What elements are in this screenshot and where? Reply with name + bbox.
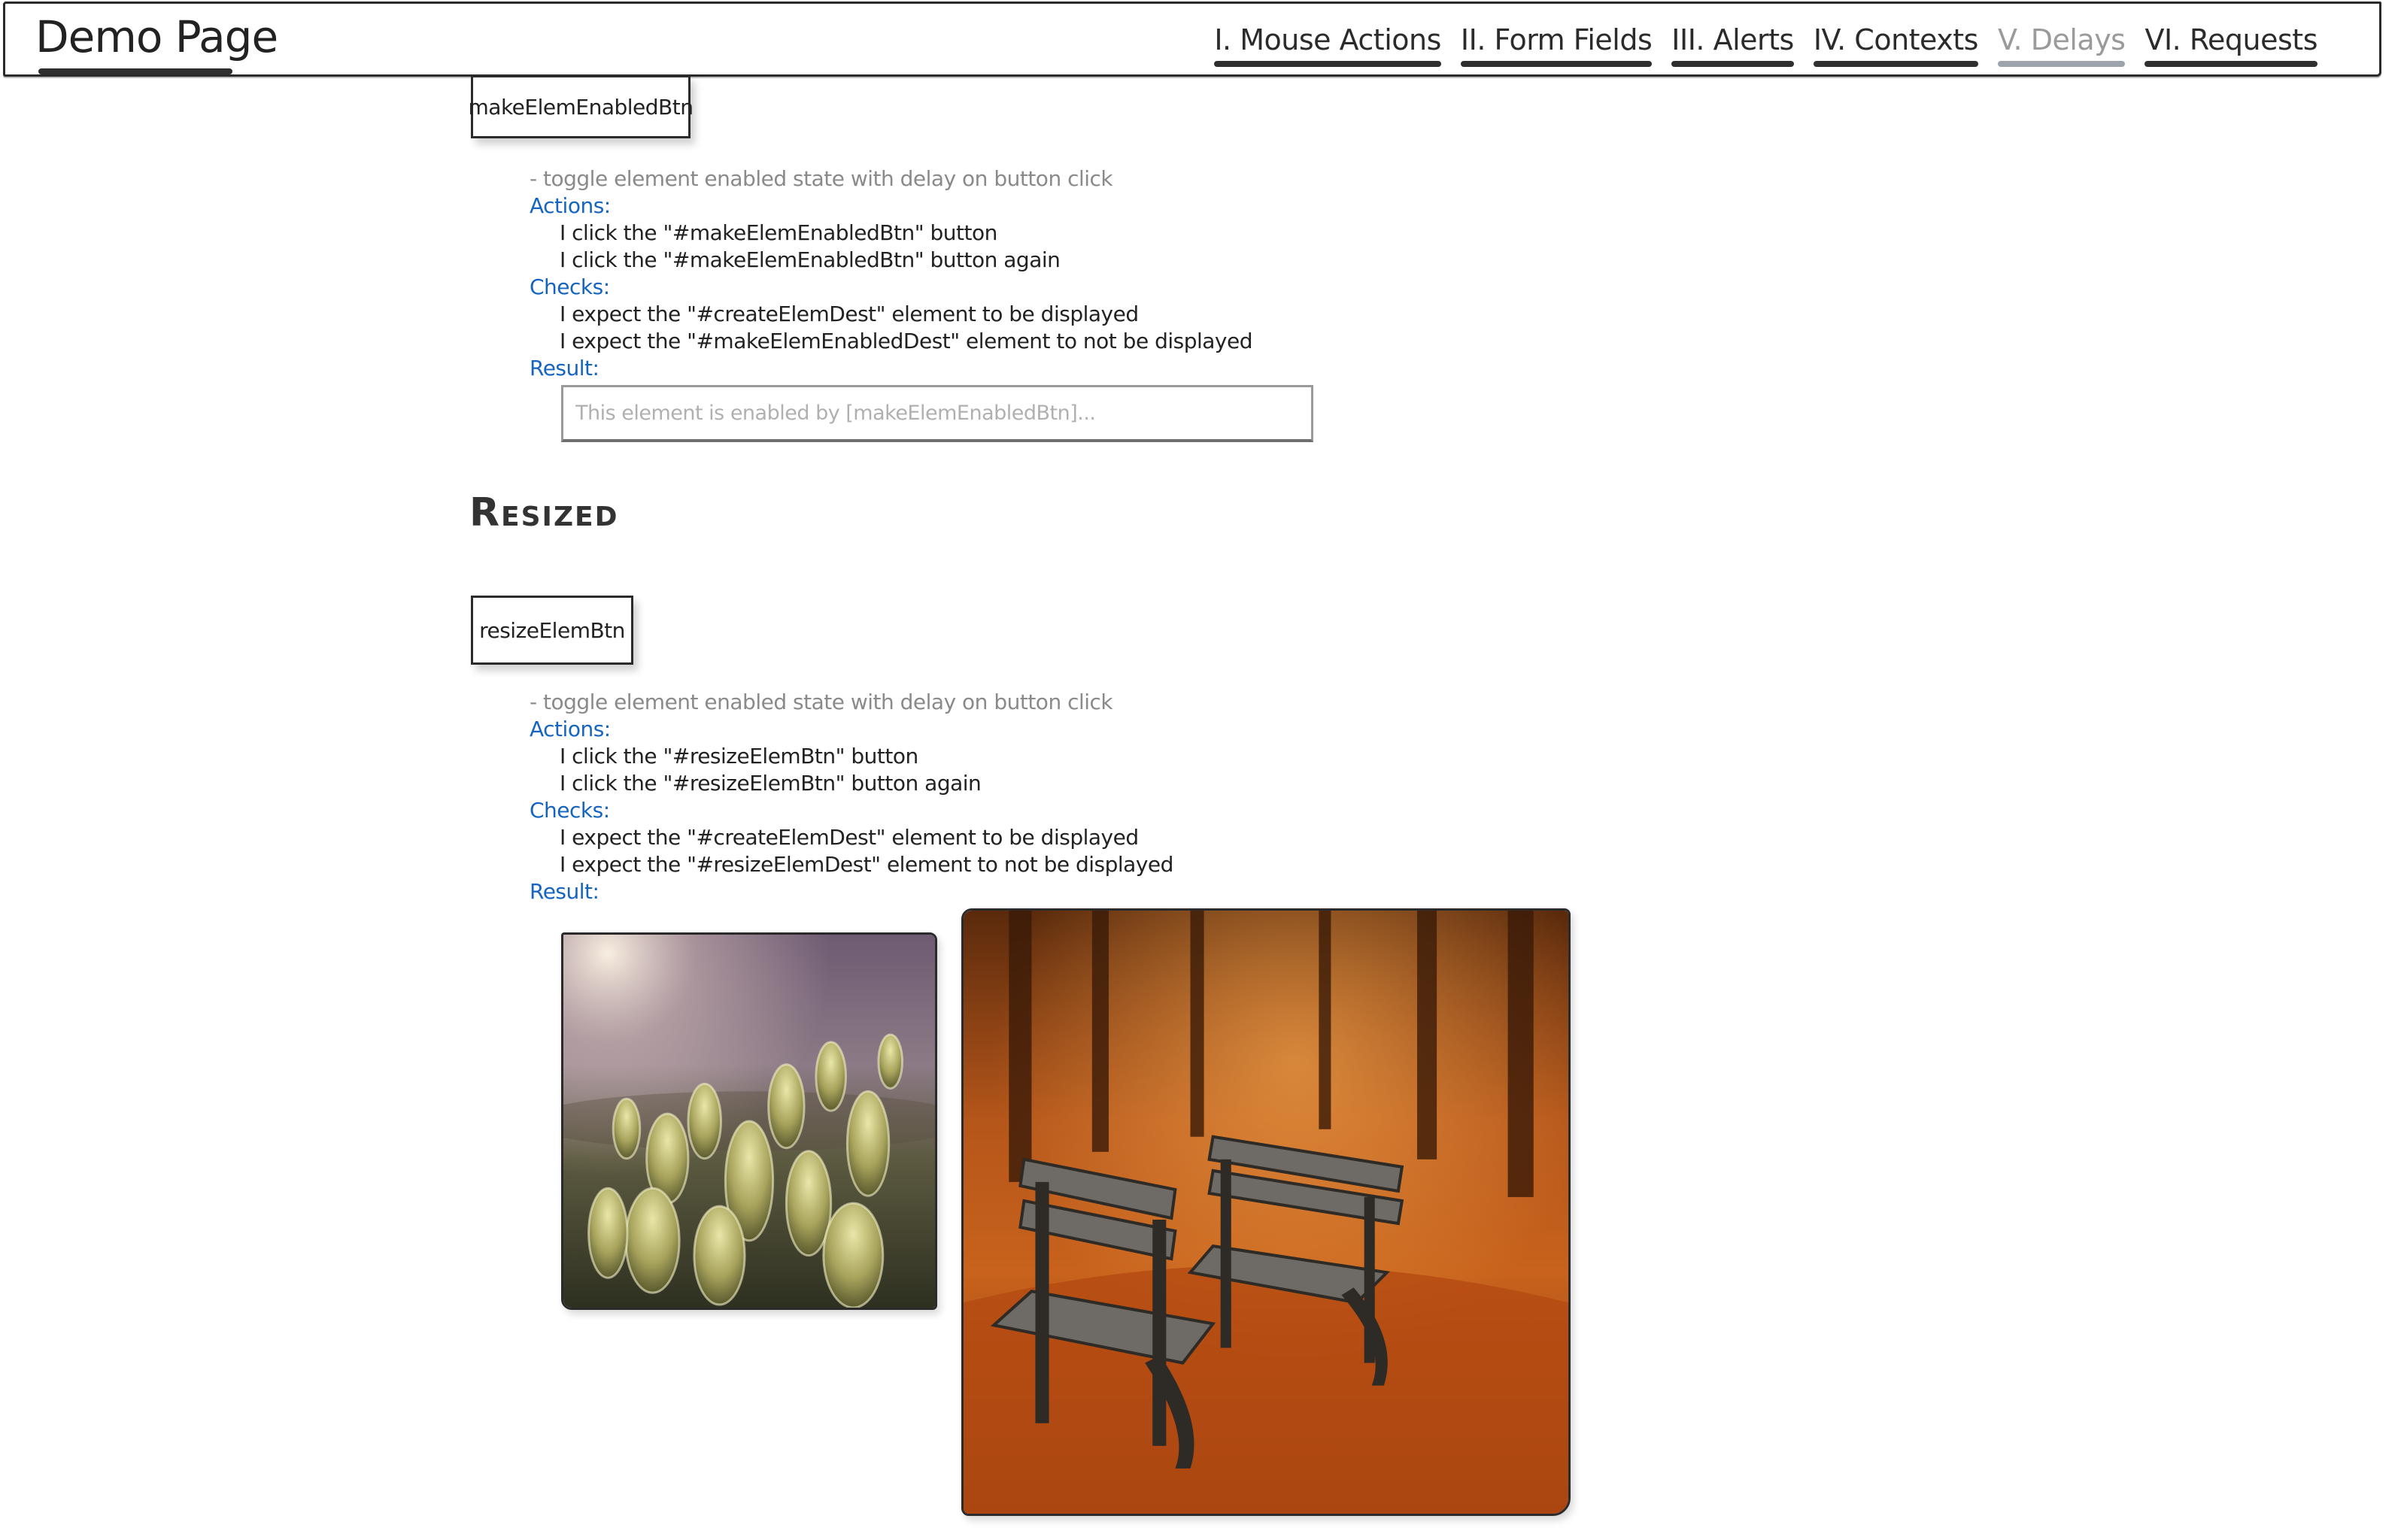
- enabled-description-block: - toggle element enabled state with dela…: [530, 165, 1253, 382]
- cactus-image: [561, 932, 937, 1310]
- nav-item-requests[interactable]: VI. Requests: [2144, 23, 2317, 67]
- enabled-action-step: I click the "#makeElemEnabledBtn" button: [560, 220, 997, 245]
- resized-checks-heading: Checks:: [530, 798, 610, 823]
- resized-action-step: I click the "#resizeElemBtn" button: [560, 744, 918, 768]
- enabled-check-step: I expect the "#makeElemEnabledDest" elem…: [560, 329, 1253, 353]
- nav-item-form-fields[interactable]: II. Form Fields: [1460, 23, 1653, 67]
- nav-item-mouse-actions[interactable]: I. Mouse Actions: [1214, 23, 1441, 67]
- resized-action-step: I click the "#resizeElemBtn" button agai…: [560, 771, 982, 796]
- enabled-description: - toggle element enabled state with dela…: [530, 166, 1113, 191]
- enabled-check-step: I expect the "#createElemDest" element t…: [560, 302, 1139, 326]
- demo-page: Demo Page I. Mouse Actions II. Form Fiel…: [0, 0, 2407, 1540]
- autumn-bench-photo-illustration: [964, 911, 1568, 1514]
- resized-result-heading: Result:: [530, 879, 599, 904]
- top-navbar: Demo Page I. Mouse Actions II. Form Fiel…: [3, 2, 2381, 77]
- resized-check-step: I expect the "#createElemDest" element t…: [560, 825, 1139, 850]
- enabled-result-heading: Result:: [530, 356, 599, 380]
- nav-item-contexts[interactable]: IV. Contexts: [1813, 23, 1978, 67]
- resized-description-block: - toggle element enabled state with dela…: [530, 689, 1173, 905]
- make-elem-enabled-dest-input[interactable]: [561, 385, 1313, 442]
- section-title-resized: Resized: [469, 490, 619, 535]
- brand-underline: [38, 68, 232, 74]
- nav-item-delays[interactable]: V. Delays: [1997, 23, 2126, 67]
- autumn-bench-image: [961, 908, 1571, 1516]
- enabled-checks-heading: Checks:: [530, 274, 610, 299]
- brand-link[interactable]: Demo Page: [35, 11, 278, 68]
- resized-check-step: I expect the "#resizeElemDest" element t…: [560, 852, 1173, 877]
- resized-actions-heading: Actions:: [530, 717, 611, 741]
- enabled-actions-heading: Actions:: [530, 193, 611, 218]
- nav-item-alerts[interactable]: III. Alerts: [1671, 23, 1794, 67]
- nav-menu: I. Mouse Actions II. Form Fields III. Al…: [1214, 23, 2317, 67]
- resized-description: - toggle element enabled state with dela…: [530, 690, 1113, 714]
- enabled-action-step: I click the "#makeElemEnabledBtn" button…: [560, 247, 1061, 272]
- make-elem-enabled-button[interactable]: makeElemEnabledBtn: [469, 75, 694, 138]
- resize-elem-button[interactable]: resizeElemBtn: [471, 596, 633, 665]
- cactus-photo-illustration: [563, 935, 935, 1308]
